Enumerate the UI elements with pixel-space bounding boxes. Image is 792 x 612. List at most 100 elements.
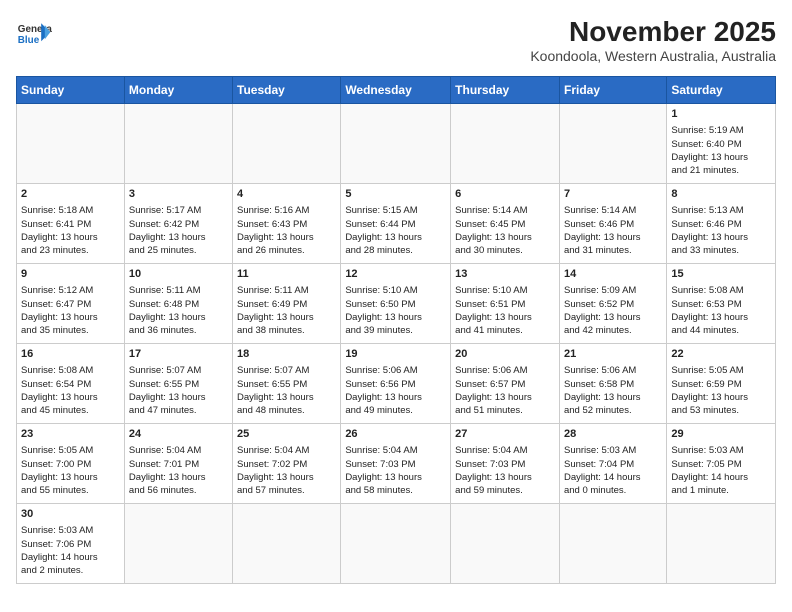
cell-info: Sunrise: 5:10 AM bbox=[455, 284, 555, 297]
calendar-cell: 28Sunrise: 5:03 AMSunset: 7:04 PMDayligh… bbox=[559, 424, 666, 504]
day-number: 25 bbox=[237, 427, 336, 442]
cell-info: Sunrise: 5:06 AM bbox=[345, 364, 446, 377]
day-number: 18 bbox=[237, 347, 336, 362]
cell-info: Sunrise: 5:06 AM bbox=[564, 364, 662, 377]
cell-info: Sunset: 6:40 PM bbox=[671, 138, 771, 151]
day-number: 16 bbox=[21, 347, 120, 362]
cell-info: and 26 minutes. bbox=[237, 244, 336, 257]
title-block: November 2025 Koondoola, Western Austral… bbox=[530, 16, 776, 64]
cell-info: Sunrise: 5:11 AM bbox=[237, 284, 336, 297]
calendar-cell: 3Sunrise: 5:17 AMSunset: 6:42 PMDaylight… bbox=[124, 184, 232, 264]
calendar-cell: 29Sunrise: 5:03 AMSunset: 7:05 PMDayligh… bbox=[667, 424, 776, 504]
cell-info: and 36 minutes. bbox=[129, 324, 228, 337]
calendar-cell bbox=[341, 104, 451, 184]
cell-info: and 47 minutes. bbox=[129, 404, 228, 417]
day-number: 23 bbox=[21, 427, 120, 442]
cell-info: Sunset: 7:05 PM bbox=[671, 458, 771, 471]
calendar-cell: 12Sunrise: 5:10 AMSunset: 6:50 PMDayligh… bbox=[341, 264, 451, 344]
cell-info: Sunset: 7:00 PM bbox=[21, 458, 120, 471]
cell-info: Sunrise: 5:07 AM bbox=[129, 364, 228, 377]
cell-info: Sunrise: 5:09 AM bbox=[564, 284, 662, 297]
col-wednesday: Wednesday bbox=[341, 77, 451, 104]
calendar-cell: 5Sunrise: 5:15 AMSunset: 6:44 PMDaylight… bbox=[341, 184, 451, 264]
calendar-cell bbox=[233, 504, 341, 584]
day-number: 27 bbox=[455, 427, 555, 442]
calendar-cell: 21Sunrise: 5:06 AMSunset: 6:58 PMDayligh… bbox=[559, 344, 666, 424]
day-number: 9 bbox=[21, 267, 120, 282]
col-friday: Friday bbox=[559, 77, 666, 104]
cell-info: Sunset: 7:03 PM bbox=[345, 458, 446, 471]
day-number: 19 bbox=[345, 347, 446, 362]
day-number: 4 bbox=[237, 187, 336, 202]
calendar-cell: 15Sunrise: 5:08 AMSunset: 6:53 PMDayligh… bbox=[667, 264, 776, 344]
cell-info: Sunset: 6:56 PM bbox=[345, 378, 446, 391]
day-number: 12 bbox=[345, 267, 446, 282]
cell-info: Daylight: 13 hours bbox=[671, 311, 771, 324]
cell-info: and 39 minutes. bbox=[345, 324, 446, 337]
cell-info: and 52 minutes. bbox=[564, 404, 662, 417]
calendar-cell: 17 Sunrise: 5:07 AMSunset: 6:55 PMDayligh… bbox=[124, 344, 232, 424]
cell-info: Sunset: 6:55 PM bbox=[129, 378, 228, 391]
calendar-cell: 23Sunrise: 5:05 AMSunset: 7:00 PMDayligh… bbox=[17, 424, 125, 504]
cell-info: Sunset: 6:58 PM bbox=[564, 378, 662, 391]
cell-info: Sunrise: 5:05 AM bbox=[21, 444, 120, 457]
cell-info: Sunrise: 5:08 AM bbox=[21, 364, 120, 377]
cell-info: Daylight: 13 hours bbox=[129, 311, 228, 324]
day-number: 29 bbox=[671, 427, 771, 442]
calendar-cell bbox=[451, 504, 560, 584]
day-number: 2 bbox=[21, 187, 120, 202]
cell-info: Sunrise: 5:06 AM bbox=[455, 364, 555, 377]
cell-info: Sunset: 6:46 PM bbox=[671, 218, 771, 231]
calendar-cell: 25Sunrise: 5:04 AMSunset: 7:02 PMDayligh… bbox=[233, 424, 341, 504]
cell-info: Sunrise: 5:05 AM bbox=[671, 364, 771, 377]
cell-info: Sunset: 7:06 PM bbox=[21, 538, 120, 551]
calendar-cell: 8Sunrise: 5:13 AMSunset: 6:46 PMDaylight… bbox=[667, 184, 776, 264]
calendar-cell: 6Sunrise: 5:14 AMSunset: 6:45 PMDaylight… bbox=[451, 184, 560, 264]
day-number: 20 bbox=[455, 347, 555, 362]
calendar-cell: 19 Sunrise: 5:06 AMSunset: 6:56 PMDayligh… bbox=[341, 344, 451, 424]
calendar-cell: 10Sunrise: 5:11 AMSunset: 6:48 PMDayligh… bbox=[124, 264, 232, 344]
col-monday: Monday bbox=[124, 77, 232, 104]
day-number: 21 bbox=[564, 347, 662, 362]
col-thursday: Thursday bbox=[451, 77, 560, 104]
day-number: 5 bbox=[345, 187, 446, 202]
cell-info: Sunset: 7:04 PM bbox=[564, 458, 662, 471]
cell-info: and 31 minutes. bbox=[564, 244, 662, 257]
calendar-cell: 26Sunrise: 5:04 AMSunset: 7:03 PMDayligh… bbox=[341, 424, 451, 504]
calendar-week-5: 30Sunrise: 5:03 AMSunset: 7:06 PMDayligh… bbox=[17, 504, 776, 584]
day-number: 17 bbox=[129, 347, 228, 362]
calendar-body: 1Sunrise: 5:19 AMSunset: 6:40 PMDaylight… bbox=[17, 104, 776, 584]
calendar-cell: 13Sunrise: 5:10 AMSunset: 6:51 PMDayligh… bbox=[451, 264, 560, 344]
cell-info: and 44 minutes. bbox=[671, 324, 771, 337]
cell-info: Daylight: 13 hours bbox=[345, 391, 446, 404]
cell-info: Daylight: 13 hours bbox=[564, 231, 662, 244]
calendar-cell: 1Sunrise: 5:19 AMSunset: 6:40 PMDaylight… bbox=[667, 104, 776, 184]
svg-text:Blue: Blue bbox=[18, 35, 40, 46]
calendar-subtitle: Koondoola, Western Australia, Australia bbox=[530, 48, 776, 64]
cell-info: and 1 minute. bbox=[671, 484, 771, 497]
cell-info: Sunset: 6:42 PM bbox=[129, 218, 228, 231]
cell-info: Sunrise: 5:04 AM bbox=[345, 444, 446, 457]
cell-info: Sunrise: 5:03 AM bbox=[21, 524, 120, 537]
cell-info: and 42 minutes. bbox=[564, 324, 662, 337]
cell-info: and 56 minutes. bbox=[129, 484, 228, 497]
calendar-cell: 14Sunrise: 5:09 AMSunset: 6:52 PMDayligh… bbox=[559, 264, 666, 344]
cell-info: Daylight: 14 hours bbox=[21, 551, 120, 564]
calendar-week-0: 1Sunrise: 5:19 AMSunset: 6:40 PMDaylight… bbox=[17, 104, 776, 184]
calendar-cell bbox=[559, 104, 666, 184]
cell-info: Daylight: 13 hours bbox=[237, 311, 336, 324]
cell-info: Sunrise: 5:16 AM bbox=[237, 204, 336, 217]
cell-info: Sunrise: 5:15 AM bbox=[345, 204, 446, 217]
day-number: 6 bbox=[455, 187, 555, 202]
cell-info: and 57 minutes. bbox=[237, 484, 336, 497]
day-number: 13 bbox=[455, 267, 555, 282]
cell-info: Sunset: 6:49 PM bbox=[237, 298, 336, 311]
cell-info: and 35 minutes. bbox=[21, 324, 120, 337]
calendar-cell: 2Sunrise: 5:18 AMSunset: 6:41 PMDaylight… bbox=[17, 184, 125, 264]
calendar-week-1: 2Sunrise: 5:18 AMSunset: 6:41 PMDaylight… bbox=[17, 184, 776, 264]
cell-info: Daylight: 13 hours bbox=[129, 391, 228, 404]
cell-info: Sunrise: 5:10 AM bbox=[345, 284, 446, 297]
cell-info: and 58 minutes. bbox=[345, 484, 446, 497]
cell-info: Daylight: 13 hours bbox=[345, 231, 446, 244]
col-sunday: Sunday bbox=[17, 77, 125, 104]
